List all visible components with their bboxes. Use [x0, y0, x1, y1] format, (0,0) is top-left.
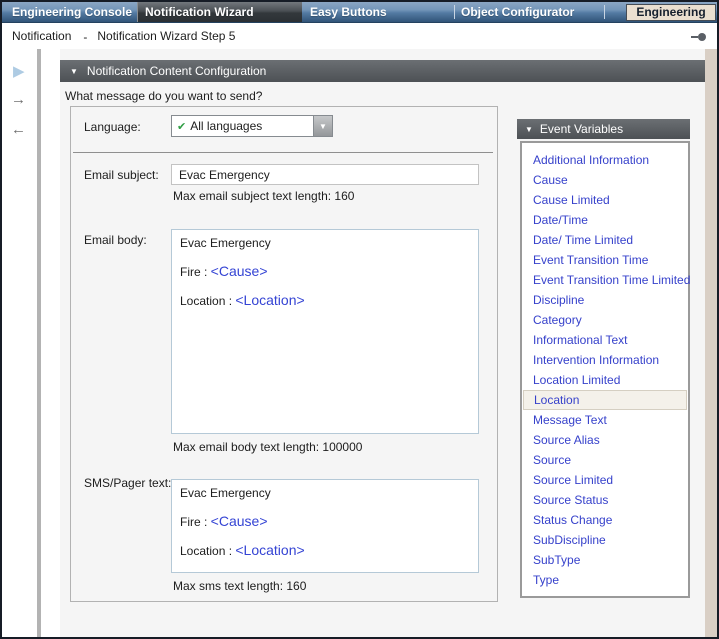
- message-form: Language: ✔ All languages ▼ Email subjec…: [70, 106, 498, 602]
- event-variable-item[interactable]: Date/Time: [522, 210, 688, 230]
- event-variable-item[interactable]: SubDiscipline: [522, 530, 688, 550]
- wizard-question: What message do you want to send?: [65, 89, 262, 103]
- tab-separator: [604, 5, 605, 19]
- language-dropdown[interactable]: ✔ All languages ▼: [171, 115, 333, 137]
- event-variables-header[interactable]: ▼ Event Variables: [517, 119, 690, 139]
- breadcrumb-current: Notification Wizard Step 5: [97, 29, 235, 43]
- event-variable-item[interactable]: Type: [522, 570, 688, 590]
- pin-icon[interactable]: [698, 33, 706, 41]
- message-text: Location :: [180, 294, 235, 308]
- event-variable-item[interactable]: Source Alias: [522, 430, 688, 450]
- event-variable-item[interactable]: Source Status: [522, 490, 688, 510]
- message-text: Fire :: [180, 515, 211, 529]
- right-edge-strip: [705, 49, 717, 637]
- message-text: Location :: [180, 544, 235, 558]
- content-area: ▶ → ← ▼ Notification Content Configurati…: [2, 49, 717, 637]
- variable-token: <Cause>: [211, 513, 268, 529]
- sidebar-splitter[interactable]: [37, 49, 41, 637]
- breadcrumb-root[interactable]: Notification: [12, 29, 71, 43]
- event-variable-item[interactable]: SubType: [522, 550, 688, 570]
- email-body-textarea[interactable]: Evac Emergency Fire : <Cause> Location : <…: [171, 229, 479, 434]
- email-subject-hint: Max email subject text length: 160: [173, 189, 354, 203]
- event-variable-item[interactable]: Date/ Time Limited: [522, 230, 688, 250]
- arrow-right-icon[interactable]: →: [11, 92, 26, 107]
- sms-hint: Max sms text length: 160: [173, 579, 306, 593]
- tab-object-configurator[interactable]: Object Configurator: [455, 2, 604, 22]
- play-icon[interactable]: ▶: [13, 64, 25, 79]
- sms-textarea[interactable]: Evac Emergency Fire : <Cause> Location : <…: [171, 479, 479, 573]
- language-label: Language:: [84, 120, 141, 134]
- email-body-hint: Max email body text length: 100000: [173, 440, 362, 454]
- tab-engineering-console[interactable]: Engineering Console: [2, 2, 137, 22]
- event-variables-title: Event Variables: [540, 122, 623, 136]
- message-text: Fire :: [180, 265, 211, 279]
- event-variable-item[interactable]: Cause: [522, 170, 688, 190]
- tab-notification-wizard[interactable]: Notification Wizard: [137, 2, 302, 22]
- email-body-label: Email body:: [84, 233, 147, 247]
- variable-token: <Cause>: [211, 263, 268, 279]
- event-variable-item[interactable]: Additional Information: [522, 150, 688, 170]
- event-variable-item[interactable]: Cause Limited: [522, 190, 688, 210]
- event-variable-item[interactable]: Discipline: [522, 290, 688, 310]
- email-subject-label: Email subject:: [84, 168, 159, 182]
- engineering-mode-button[interactable]: Engineering: [626, 4, 716, 21]
- event-variable-item[interactable]: Status Change: [522, 510, 688, 530]
- wizard-panel: ▼ Notification Content Configuration Wha…: [60, 49, 705, 637]
- breadcrumb: Notification - Notification Wizard Step …: [2, 23, 717, 49]
- section-header-title: Notification Content Configuration: [87, 64, 266, 78]
- email-subject-input[interactable]: Evac Emergency: [171, 164, 479, 185]
- tab-easy-buttons[interactable]: Easy Buttons: [302, 2, 454, 22]
- event-variable-item[interactable]: Informational Text: [522, 330, 688, 350]
- variable-token: <Location>: [235, 292, 304, 308]
- event-variable-item[interactable]: Event Transition Time: [522, 250, 688, 270]
- chevron-down-icon: ▼: [525, 125, 533, 134]
- event-variable-item[interactable]: Location Limited: [522, 370, 688, 390]
- event-variable-item[interactable]: Intervention Information: [522, 350, 688, 370]
- wizard-sidebar: ▶ → ←: [2, 49, 60, 637]
- event-variable-item[interactable]: Location: [523, 390, 687, 410]
- event-variable-item[interactable]: Source: [522, 450, 688, 470]
- event-variable-item[interactable]: Category: [522, 310, 688, 330]
- event-variable-item[interactable]: Source Limited: [522, 470, 688, 490]
- arrow-left-icon[interactable]: ←: [11, 122, 26, 137]
- event-variables-list: Additional InformationCauseCause Limited…: [520, 141, 690, 598]
- variable-token: <Location>: [235, 542, 304, 558]
- chevron-down-icon: ▼: [70, 67, 78, 76]
- checkmark-icon: ✔: [177, 120, 186, 133]
- language-value: All languages: [190, 119, 313, 133]
- sms-label: SMS/Pager text:: [84, 476, 171, 490]
- breadcrumb-separator: -: [83, 30, 87, 44]
- section-header[interactable]: ▼ Notification Content Configuration: [60, 60, 705, 82]
- top-tab-bar: Engineering Console Notification Wizard …: [2, 2, 717, 23]
- application-window: Engineering Console Notification Wizard …: [0, 0, 719, 639]
- event-variable-item[interactable]: Message Text: [522, 410, 688, 430]
- chevron-down-icon: ▼: [319, 122, 327, 131]
- dropdown-button[interactable]: ▼: [313, 116, 332, 136]
- event-variable-item[interactable]: Event Transition Time Limited: [522, 270, 688, 290]
- form-divider: [73, 152, 493, 153]
- message-text: Evac Emergency: [180, 486, 271, 500]
- message-text: Evac Emergency: [180, 236, 271, 250]
